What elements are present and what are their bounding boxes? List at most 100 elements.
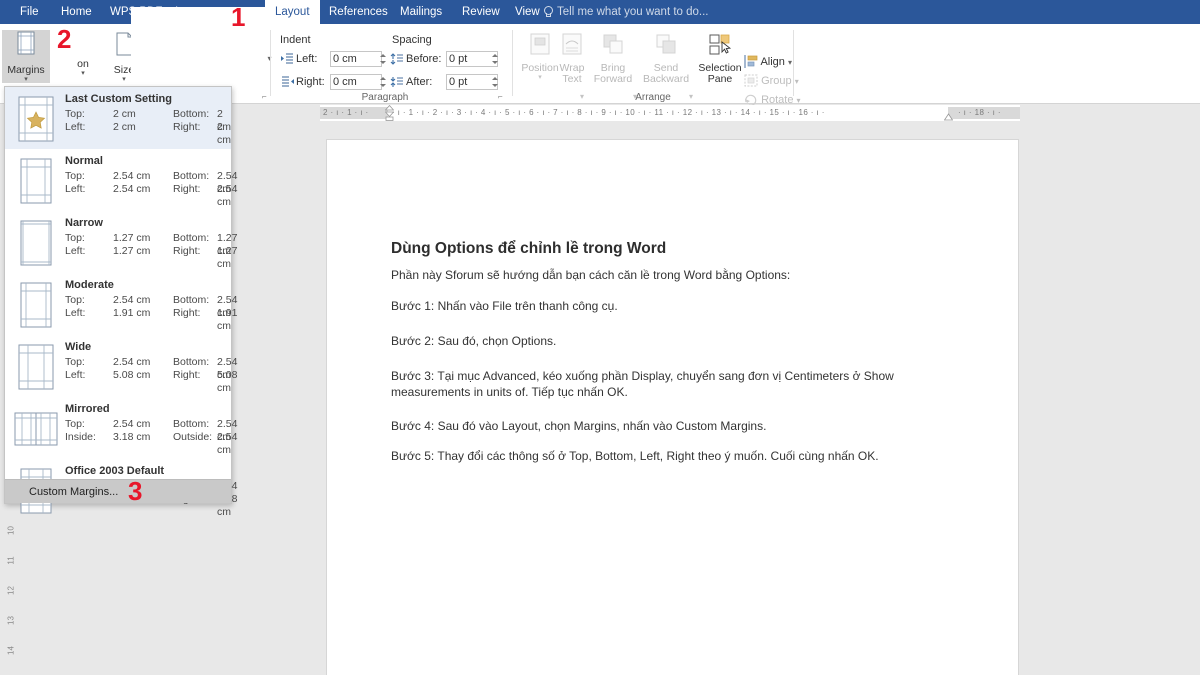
horizontal-ruler[interactable]: 2 · ı · 1 · ı · · ı · 1 · ı · 2 · ı · 3 … <box>320 105 1020 121</box>
paragraph-group-label: Paragraph <box>340 92 430 103</box>
right-value: 2 cm <box>217 121 231 147</box>
left-label: Left: <box>65 307 85 320</box>
right-indent-marker[interactable] <box>944 113 953 121</box>
document-paragraph: Bước 4: Sau đó vào Layout, chọn Margins,… <box>391 418 939 434</box>
tab-layout[interactable]: Layout <box>265 0 320 24</box>
right-label: Right: <box>173 369 200 382</box>
margins-menu-item-row: Left: 2 cm Right: 2 cm <box>65 121 225 134</box>
margins-menu-item-row: Left: 5.08 cm Right: 5.08 cm <box>65 369 225 382</box>
inside-value: 3.18 cm <box>113 431 150 444</box>
tab-references[interactable]: References <box>319 0 398 24</box>
tab-mailings[interactable]: Mailings <box>390 0 452 24</box>
spacing-after-field-label: After: <box>406 75 432 89</box>
top-value: 1.27 cm <box>113 232 150 245</box>
margins-menu-item-moderate[interactable]: Moderate Top: 2.54 cm Bottom: 2.54 cm Le… <box>5 273 231 335</box>
selection-pane-button[interactable]: Selection Pane <box>695 32 745 85</box>
indent-left-stepper[interactable] <box>378 51 386 67</box>
margins-menu-item-row: Top: 2.54 cm Bottom: 2.54 cm <box>65 294 225 307</box>
margins-icon <box>11 47 41 64</box>
document-page[interactable]: Dùng Options để chỉnh lề trong Word Phần… <box>327 140 1018 675</box>
right-label: Right: <box>173 245 200 258</box>
indent-right-icon <box>281 75 294 93</box>
margins-button-label: Margins <box>2 65 50 76</box>
bring-forward-icon <box>600 45 626 62</box>
left-value: 2 cm <box>113 121 136 134</box>
right-label: Right: <box>173 183 200 196</box>
top-label: Top: <box>65 108 85 121</box>
margins-menu-item-narrow[interactable]: Narrow Top: 1.27 cm Bottom: 1.27 cm Left… <box>5 211 231 273</box>
margins-menu-item-row: Top: 2.54 cm Bottom: 2.54 cm <box>65 418 225 431</box>
margins-menu-item-wide[interactable]: Wide Top: 2.54 cm Bottom: 2.54 cm Left: … <box>5 335 231 397</box>
top-value: 2 cm <box>113 108 136 121</box>
group-button[interactable]: Group ▾ <box>744 74 799 90</box>
left-value: 1.27 cm <box>113 245 150 258</box>
wrap-text-button[interactable]: Wrap Text <box>556 32 588 85</box>
spacing-before-stepper[interactable] <box>490 51 498 67</box>
custom-margins-menu-item[interactable]: Custom Margins... <box>5 479 231 503</box>
spacing-before-icon <box>390 52 404 70</box>
margins-menu-item-last-custom[interactable]: Last Custom Setting Top: 2 cm Bottom: 2 … <box>5 87 231 149</box>
right-value: 1.27 cm <box>217 245 237 271</box>
margins-menu-item-title: Normal <box>65 155 225 168</box>
tell-me-placeholder: Tell me what you want to do... <box>557 6 709 18</box>
margins-menu-item-row: Left: 2.54 cm Right: 2.54 cm <box>65 183 225 196</box>
send-backward-button[interactable]: Send Backward <box>642 32 690 85</box>
lightbulb-icon <box>543 6 552 17</box>
margins-menu-item-normal[interactable]: Normal Top: 2.54 cm Bottom: 2.54 cm Left… <box>5 149 231 211</box>
tab-review[interactable]: Review <box>452 0 510 24</box>
tell-me-search[interactable]: Tell me what you want to do... <box>543 0 709 24</box>
top-label: Top: <box>65 418 85 431</box>
spacing-after-icon <box>390 75 404 93</box>
margins-menu-item-title: Wide <box>65 341 225 354</box>
group-divider <box>512 30 513 96</box>
document-paragraph: Phần này Sforum sẽ hướng dẫn bạn cách că… <box>391 267 939 283</box>
spacing-before-field-label: Before: <box>406 52 441 66</box>
indent-left-field-label: Left: <box>296 52 317 66</box>
bring-forward-button[interactable]: Bring Forward <box>592 32 634 85</box>
margins-narrow-thumb-icon <box>13 219 59 267</box>
right-value: 2.54 cm <box>217 183 237 209</box>
callout-backdrop <box>131 7 267 89</box>
annotation-step-2: 2 <box>57 24 71 55</box>
chevron-down-icon: ▾ <box>580 92 584 101</box>
tab-home[interactable]: Home <box>51 0 102 24</box>
indent-right-stepper[interactable] <box>378 74 386 90</box>
vertical-ruler-mark: 14 <box>7 640 16 662</box>
spacing-after-stepper[interactable] <box>490 74 498 90</box>
margins-menu-item-title: Last Custom Setting <box>65 93 225 106</box>
left-value: 2.54 cm <box>113 183 150 196</box>
vertical-ruler[interactable]: 10 11 12 13 14 <box>0 520 22 675</box>
annotation-step-1: 1 <box>231 2 245 33</box>
right-value: 1.91 cm <box>217 307 237 333</box>
right-value: 5.08 cm <box>217 369 237 395</box>
indent-right-field-label: Right: <box>296 75 325 89</box>
ruler-tick-labels-main: · ı · 1 · ı · 2 · ı · 3 · ı · 4 · ı · 5 … <box>392 105 1020 121</box>
inside-label: Inside: <box>65 431 96 444</box>
top-value: 2.54 cm <box>113 356 150 369</box>
send-backward-line2: Backward <box>642 74 690 85</box>
align-button[interactable]: Align ▾ <box>744 55 792 71</box>
top-label: Top: <box>65 170 85 183</box>
annotation-step-3: 3 <box>128 476 142 507</box>
group-divider <box>270 30 271 96</box>
paragraph-dialog-launcher[interactable]: ⌐ <box>498 92 507 101</box>
align-icon <box>744 55 758 71</box>
align-label: Align <box>760 56 784 68</box>
margins-menu-item-row: Top: 1.27 cm Bottom: 1.27 cm <box>65 232 225 245</box>
margins-menu-item-mirrored[interactable]: Mirrored Top: 2.54 cm Bottom: 2.54 cm In… <box>5 397 231 459</box>
indent-right-input[interactable]: 0 cm <box>330 74 382 90</box>
tab-file[interactable]: File <box>10 0 49 24</box>
margins-menu-item-row: Inside: 3.18 cm Outside: 2.54 cm <box>65 431 225 444</box>
margins-menu-item-row: Left: 1.27 cm Right: 1.27 cm <box>65 245 225 258</box>
margins-button[interactable]: Margins ▾ <box>2 30 50 83</box>
margins-menu-item-row: Top: 2.54 cm Bottom: 2.54 cm <box>65 170 225 183</box>
left-label: Left: <box>65 183 85 196</box>
selection-pane-icon <box>707 45 733 62</box>
margins-dropdown-menu: Last Custom Setting Top: 2 cm Bottom: 2 … <box>4 86 232 504</box>
indent-left-input[interactable]: 0 cm <box>330 51 382 67</box>
margins-normal-thumb-icon <box>13 157 59 205</box>
outside-label: Outside: <box>173 431 212 444</box>
vertical-ruler-mark: 13 <box>7 610 16 632</box>
bottom-label: Bottom: <box>173 170 209 183</box>
first-line-indent-marker[interactable] <box>385 105 394 121</box>
